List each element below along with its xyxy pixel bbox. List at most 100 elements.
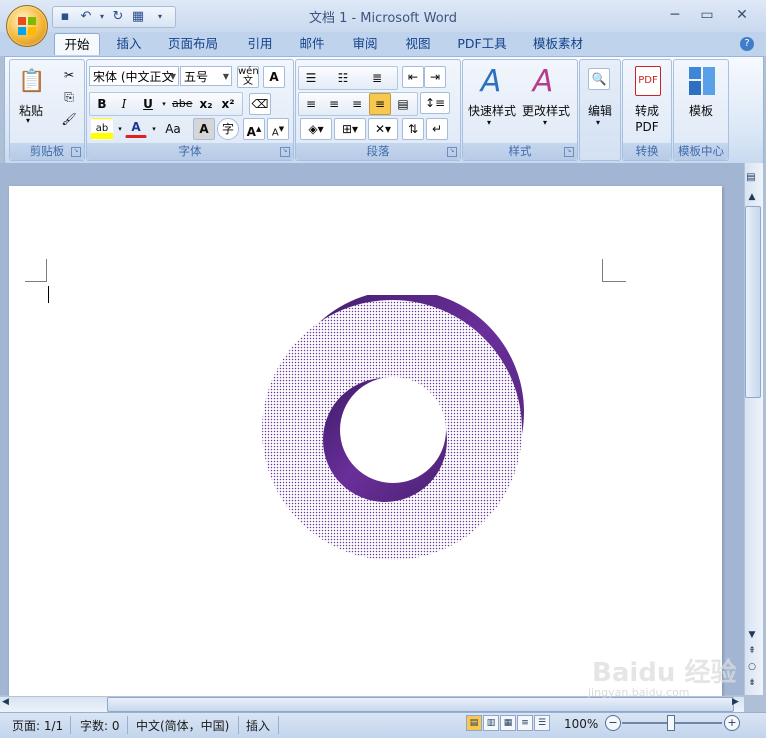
status-insert-mode[interactable]: 插入 bbox=[246, 717, 270, 734]
quick-styles-label[interactable]: 快速样式 bbox=[463, 102, 521, 119]
styles-group: A 快速样式 ▾ A 更改样式 ▾ 样式 ↘ bbox=[462, 59, 578, 161]
scroll-up-icon[interactable]: ▲ bbox=[745, 192, 759, 204]
align-left-icon[interactable]: ≡ bbox=[300, 93, 322, 115]
subscript-button[interactable]: x₂ bbox=[195, 93, 217, 115]
zoom-slider-thumb[interactable] bbox=[667, 715, 675, 731]
paste-dropdown-icon[interactable]: ▾ bbox=[26, 116, 30, 125]
shading-icon[interactable]: ◈▾ bbox=[300, 118, 332, 140]
zoom-in-icon[interactable]: + bbox=[724, 715, 740, 731]
character-border-icon[interactable]: A bbox=[263, 66, 285, 88]
vertical-scroll-thumb[interactable] bbox=[745, 206, 761, 398]
close-icon[interactable]: ✕ bbox=[729, 6, 755, 24]
status-page[interactable]: 页面: 1/1 bbox=[12, 717, 63, 734]
sort-icon[interactable]: ⇅ bbox=[402, 118, 424, 140]
italic-button[interactable]: I bbox=[113, 93, 135, 115]
minimize-icon[interactable]: ─ bbox=[662, 6, 688, 24]
align-center-icon[interactable]: ≡ bbox=[323, 93, 345, 115]
change-styles-dropdown-icon[interactable]: ▾ bbox=[543, 118, 547, 127]
next-page-icon[interactable]: ⇟ bbox=[745, 678, 759, 688]
office-logo-icon bbox=[18, 17, 36, 35]
previous-page-icon[interactable]: ⇞ bbox=[745, 646, 759, 656]
tab-pdf-tools[interactable]: PDF工具 bbox=[452, 33, 512, 54]
shrink-font-button[interactable]: A▼ bbox=[267, 118, 289, 140]
print-layout-view-icon[interactable]: ▤ bbox=[466, 715, 482, 731]
maximize-icon[interactable]: ▭ bbox=[694, 6, 720, 24]
crop-mark-top-left bbox=[25, 281, 47, 282]
tab-view[interactable]: 视图 bbox=[396, 33, 440, 54]
status-language[interactable]: 中文(简体，中国) bbox=[136, 717, 229, 734]
status-divider bbox=[127, 716, 128, 734]
borders-icon[interactable]: ⊞▾ bbox=[334, 118, 366, 140]
grow-font-button[interactable]: A▲ bbox=[243, 118, 265, 140]
bold-button[interactable]: B bbox=[91, 93, 113, 115]
select-browse-object-icon[interactable]: ○ bbox=[745, 662, 759, 672]
paragraph-launcher-icon[interactable]: ↘ bbox=[447, 147, 457, 157]
font-name-value: 宋体 (中文正文 bbox=[93, 70, 174, 84]
scroll-left-icon[interactable]: ◀ bbox=[2, 697, 14, 707]
ring-shape[interactable] bbox=[255, 295, 530, 570]
numbering-icon[interactable]: ☷ bbox=[332, 67, 354, 89]
format-painter-icon[interactable]: 🖌 bbox=[58, 108, 80, 130]
tab-template-materials[interactable]: 模板素材 bbox=[526, 33, 590, 54]
clipboard-launcher-icon[interactable]: ↘ bbox=[71, 147, 81, 157]
template-icon[interactable] bbox=[688, 66, 716, 96]
templates-label[interactable]: 模板 bbox=[674, 102, 728, 119]
font-name-select[interactable]: 宋体 (中文正文 ▼ bbox=[89, 66, 179, 86]
paragraph-group: ☰ ☷ ≣ ⇤ ⇥ ≡ ≡ ≡ ≡ ▤ ↕≡ ◈▾ ⊞▾ ✕▾ ⇅ ↵ 段落 ↘ bbox=[295, 59, 461, 161]
editing-dropdown-icon[interactable]: ▾ bbox=[596, 118, 600, 127]
tab-insert[interactable]: 插入 bbox=[107, 33, 151, 54]
status-word-count[interactable]: 字数: 0 bbox=[80, 717, 120, 734]
styles-launcher-icon[interactable]: ↘ bbox=[564, 147, 574, 157]
decrease-indent-icon[interactable]: ⇤ bbox=[402, 66, 424, 88]
zoom-out-icon[interactable]: − bbox=[605, 715, 621, 731]
clear-formatting-icon[interactable]: ⌫ bbox=[249, 93, 271, 115]
find-icon[interactable]: 🔍 bbox=[588, 68, 610, 90]
superscript-button[interactable]: x² bbox=[217, 93, 239, 115]
copy-icon[interactable]: ⎘ bbox=[58, 86, 80, 108]
full-screen-reading-icon[interactable]: ▥ bbox=[483, 715, 499, 731]
paste-label[interactable]: 粘贴 bbox=[14, 102, 48, 119]
show-marks-icon[interactable]: ↵ bbox=[426, 118, 448, 140]
scroll-right-icon[interactable]: ▶ bbox=[732, 697, 744, 707]
chinese-layout-icon[interactable]: ✕▾ bbox=[368, 118, 398, 140]
align-right-icon[interactable]: ≡ bbox=[346, 93, 368, 115]
outline-view-icon[interactable]: ≡ bbox=[517, 715, 533, 731]
pdf-icon[interactable]: PDF bbox=[635, 66, 661, 96]
scroll-down-icon[interactable]: ▼ bbox=[745, 630, 759, 640]
character-shading-icon[interactable]: A bbox=[193, 118, 215, 140]
enclose-characters-icon[interactable]: 字 bbox=[217, 118, 239, 140]
paste-icon[interactable]: 📋 bbox=[16, 66, 48, 98]
tab-home[interactable]: 开始 bbox=[54, 33, 100, 55]
change-case-button[interactable]: Aa bbox=[159, 118, 187, 140]
justify-icon[interactable]: ≡ bbox=[369, 93, 391, 115]
strikethrough-button[interactable]: abe bbox=[171, 93, 193, 115]
font-size-select[interactable]: 五号 ▼ bbox=[180, 66, 232, 86]
zoom-level[interactable]: 100% bbox=[564, 717, 598, 731]
bullets-icon[interactable]: ☰ bbox=[300, 67, 322, 89]
quick-styles-icon[interactable]: A bbox=[473, 64, 509, 99]
office-button[interactable] bbox=[6, 5, 48, 47]
help-icon[interactable]: ? bbox=[740, 37, 754, 51]
convert-label-line1[interactable]: 转成 bbox=[623, 102, 671, 119]
editing-label[interactable]: 编辑 bbox=[580, 102, 620, 119]
line-spacing-icon[interactable]: ↕≡ bbox=[420, 92, 450, 114]
convert-label-line2[interactable]: PDF bbox=[623, 120, 671, 134]
change-styles-label[interactable]: 更改样式 bbox=[517, 102, 575, 119]
increase-indent-icon[interactable]: ⇥ bbox=[424, 66, 446, 88]
phonetic-guide-icon[interactable]: wén 文 bbox=[237, 66, 259, 88]
horizontal-scroll-thumb[interactable] bbox=[107, 697, 734, 712]
tab-page-layout[interactable]: 页面布局 bbox=[160, 33, 226, 54]
ruler-toggle-icon[interactable]: ▤ bbox=[744, 172, 758, 186]
tab-references[interactable]: 引用 bbox=[238, 33, 282, 54]
tab-review[interactable]: 审阅 bbox=[343, 33, 387, 54]
ribbon: 📋 粘贴 ▾ ✂ ⎘ 🖌 剪贴板 ↘ 宋体 (中文正文 ▼ 五号 ▼ wén 文 A … bbox=[4, 56, 764, 164]
quick-styles-dropdown-icon[interactable]: ▾ bbox=[487, 118, 491, 127]
web-layout-icon[interactable]: ▦ bbox=[500, 715, 516, 731]
font-launcher-icon[interactable]: ↘ bbox=[280, 147, 290, 157]
tab-mailings[interactable]: 邮件 bbox=[290, 33, 334, 54]
change-styles-icon[interactable]: A bbox=[525, 64, 561, 99]
distributed-icon[interactable]: ▤ bbox=[392, 93, 414, 115]
multilevel-list-icon[interactable]: ≣ bbox=[366, 67, 388, 89]
cut-icon[interactable]: ✂ bbox=[58, 64, 80, 86]
draft-view-icon[interactable]: ☰ bbox=[534, 715, 550, 731]
